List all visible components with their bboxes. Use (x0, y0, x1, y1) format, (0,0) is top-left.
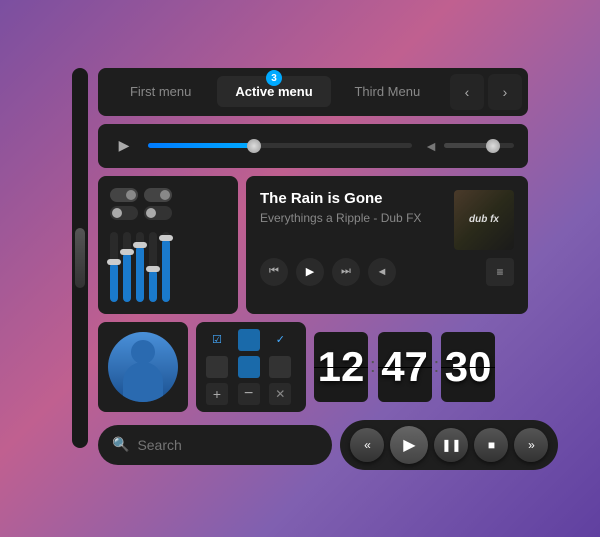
volume-section: ◄ (424, 138, 514, 154)
pb-stop-button[interactable]: ■ (474, 428, 508, 462)
fader-fill-5 (162, 239, 170, 302)
fader-2[interactable] (123, 232, 131, 302)
search-playback-row: 🔍 « ▶ ❚❚ ■ » (98, 420, 528, 470)
nav-buttons: ‹ › (450, 74, 522, 110)
progress-track[interactable] (148, 143, 412, 148)
dot-3[interactable] (238, 356, 260, 378)
tab-active-menu[interactable]: 3 Active menu (217, 76, 330, 107)
volume-track[interactable] (444, 143, 514, 148)
flip-minutes: 47 (378, 332, 432, 402)
dot-1[interactable] (238, 329, 260, 351)
transport-vol-button[interactable]: ◄ (368, 258, 396, 286)
third-menu-label: Third Menu (354, 84, 420, 99)
active-menu-label: Active menu (235, 84, 312, 99)
main-panel: First menu 3 Active menu Third Menu ‹ › … (98, 68, 528, 470)
pb-forward-button[interactable]: » (514, 428, 548, 462)
toggle-2[interactable] (110, 206, 138, 220)
volume-icon: ◄ (424, 138, 438, 154)
transport-menu-button[interactable]: ≡ (486, 258, 514, 286)
search-input[interactable] (137, 437, 318, 453)
pb-pause-button[interactable]: ❚❚ (434, 428, 468, 462)
album-art-inner: dub fx (454, 190, 514, 250)
fader-thumb-2[interactable] (120, 249, 134, 255)
toggle-group-right (144, 188, 172, 220)
middle-row: The Rain is Gone Everythings a Ripple - … (98, 176, 528, 314)
bottom-row: ☑ ✓ + − ✕ 12 : 47 : (98, 322, 528, 412)
mixer-faders (110, 232, 226, 302)
search-bar: 🔍 (98, 425, 332, 465)
fader-fill-1 (110, 263, 118, 302)
avatar-circle (108, 332, 178, 402)
fader-5[interactable] (162, 232, 170, 302)
transport-next-button[interactable]: ⏭ (332, 258, 360, 286)
avatar-panel (98, 322, 188, 412)
album-label: dub fx (469, 214, 499, 225)
scrollbar-thumb[interactable] (75, 228, 85, 288)
badge: 3 (266, 70, 282, 86)
add-button[interactable]: + (206, 383, 228, 405)
nav-next-button[interactable]: › (488, 74, 522, 110)
fader-fill-2 (123, 253, 131, 302)
track-artist: Everythings a Ripple - Dub FX (260, 211, 442, 225)
fader-fill-3 (136, 246, 144, 302)
sub-button[interactable]: − (238, 383, 260, 405)
toggle-group-left (110, 188, 138, 220)
fader-thumb-3[interactable] (133, 242, 147, 248)
hours-value: 12 (318, 343, 365, 391)
playback-controls: « ▶ ❚❚ ■ » (340, 420, 558, 470)
avatar-body (123, 362, 163, 402)
progress-fill (148, 143, 254, 148)
track-text: The Rain is Gone Everythings a Ripple - … (260, 190, 442, 225)
checkbox-2[interactable]: ✓ (269, 329, 291, 351)
ui-container: First menu 3 Active menu Third Menu ‹ › … (72, 68, 528, 470)
dot-4[interactable] (269, 356, 291, 378)
transport-play-button[interactable]: ▶ (296, 258, 324, 286)
pb-play-button[interactable]: ▶ (390, 426, 428, 464)
fader-fill-4 (149, 270, 157, 302)
mixer-panel (98, 176, 238, 314)
toggle-1[interactable] (110, 188, 138, 202)
dot-2[interactable] (206, 356, 228, 378)
track-panel: The Rain is Gone Everythings a Ripple - … (246, 176, 528, 314)
seconds-value: 30 (445, 343, 492, 391)
flip-sep-2: : (434, 355, 440, 378)
pb-rewind-button[interactable]: « (350, 428, 384, 462)
fader-1[interactable] (110, 232, 118, 302)
vertical-scrollbar[interactable] (72, 68, 88, 448)
flip-clock: 12 : 47 : 30 (314, 322, 495, 412)
mixer-toggles (110, 188, 226, 220)
fader-thumb-4[interactable] (146, 266, 160, 272)
tab-bar: First menu 3 Active menu Third Menu ‹ › (98, 68, 528, 116)
flip-seconds: 30 (441, 332, 495, 402)
fader-4[interactable] (149, 232, 157, 302)
track-title: The Rain is Gone (260, 190, 442, 207)
progress-row: ▶ ◄ (98, 124, 528, 168)
checkbox-panel: ☑ ✓ + − ✕ (196, 322, 306, 412)
transport-controls: ⏮ ▶ ⏭ ◄ ≡ (260, 258, 514, 286)
nav-prev-button[interactable]: ‹ (450, 74, 484, 110)
mini-play-button[interactable]: ▶ (112, 134, 136, 158)
avatar-head (131, 340, 155, 364)
first-menu-label: First menu (130, 84, 191, 99)
fader-thumb-5[interactable] (159, 235, 173, 241)
volume-thumb[interactable] (486, 139, 500, 153)
track-info-row: The Rain is Gone Everythings a Ripple - … (260, 190, 514, 250)
toggle-3[interactable] (144, 188, 172, 202)
search-icon: 🔍 (112, 436, 129, 453)
album-art: dub fx (454, 190, 514, 250)
cross-button[interactable]: ✕ (269, 383, 291, 405)
transport-prev-button[interactable]: ⏮ (260, 258, 288, 286)
progress-thumb[interactable] (247, 139, 261, 153)
toggle-4[interactable] (144, 206, 172, 220)
fader-3[interactable] (136, 232, 144, 302)
tab-third-menu[interactable]: Third Menu (331, 76, 444, 107)
checkbox-1[interactable]: ☑ (206, 329, 228, 351)
tab-first-menu[interactable]: First menu (104, 76, 217, 107)
minutes-value: 47 (381, 343, 428, 391)
flip-sep-1: : (370, 355, 376, 378)
flip-hours: 12 (314, 332, 368, 402)
fader-thumb-1[interactable] (107, 259, 121, 265)
